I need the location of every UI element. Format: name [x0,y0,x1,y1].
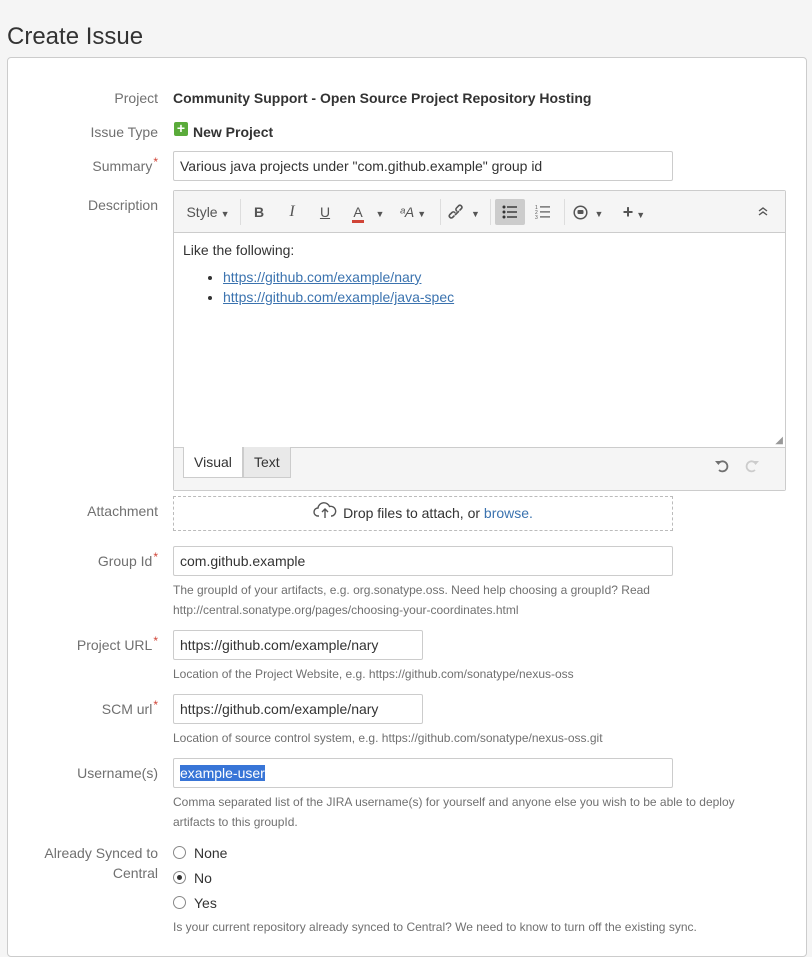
editor-link[interactable]: https://github.com/example/java-spec [223,289,454,305]
radio-button[interactable] [173,871,186,884]
emoticon-dropdown[interactable]: ▼ [570,199,606,225]
description-label: Description [87,197,158,213]
underline-button[interactable]: U [312,199,338,225]
editor-footer: Visual Text [174,447,785,490]
numbered-list-icon: 123 [535,204,551,221]
resize-handle[interactable]: ◢ [775,435,783,446]
drop-text: Drop files to attach, or [343,505,484,521]
cloud-upload-icon [313,498,337,531]
chevron-up-icon [757,205,769,219]
radio-button[interactable] [173,846,186,859]
usernames-help: Comma separated list of the JIRA usernam… [173,795,735,829]
style-dropdown[interactable]: Style ▼ [182,199,234,225]
attachment-drop-zone[interactable]: Drop files to attach, or browse. [173,496,673,531]
numbered-list-button[interactable]: 123 [528,199,558,225]
browse-link[interactable]: browse. [484,505,533,521]
emoticon-icon [573,204,592,220]
list-item: https://github.com/example/nary [223,267,776,287]
editor-intro-text: Like the following: [183,242,295,258]
radio-button[interactable] [173,896,186,909]
project-url-input[interactable] [173,630,423,660]
italic-button[interactable]: I [279,199,305,225]
text-color-button[interactable]: A [345,199,371,225]
group-id-input[interactable] [173,546,673,576]
issue-type-label: Issue Type [90,124,158,140]
undo-icon[interactable] [714,458,730,479]
scm-url-help: Location of source control system, e.g. … [173,731,603,745]
summary-label: Summary* [92,155,158,174]
collapse-toolbar-button[interactable] [750,199,776,225]
redo-icon[interactable] [744,458,760,479]
issue-type-value: New Project [193,124,274,140]
radio-yes[interactable]: Yes [173,894,217,912]
font-size-dropdown[interactable]: ᵃA ▼ [394,199,432,225]
usernames-label: Username(s) [77,765,158,781]
project-label: Project [114,90,158,106]
group-id-help: The groupId of your artifacts, e.g. org.… [173,583,650,617]
summary-input[interactable] [173,151,673,181]
insert-more-dropdown[interactable]: + ▼ [616,199,652,225]
plus-icon: + [174,121,188,136]
radio-no[interactable]: No [173,869,212,887]
project-url-label: Project URL* [76,634,158,653]
list-item: https://github.com/example/java-spec [223,287,776,307]
usernames-input[interactable]: example-user [173,758,673,788]
text-color-dropdown[interactable]: ▼ [373,199,387,225]
group-id-label: Group Id* [97,550,158,569]
scm-url-input[interactable] [173,694,423,724]
editor-link-list: https://github.com/example/nary https://… [183,267,776,307]
link-dropdown[interactable]: ▼ [446,199,482,225]
bold-button[interactable]: B [246,199,272,225]
editor-link[interactable]: https://github.com/example/nary [223,269,421,285]
editor-content[interactable]: Like the following: https://github.com/e… [174,232,785,449]
project-url-help: Location of the Project Website, e.g. ht… [173,667,574,681]
radio-none[interactable]: None [173,844,227,862]
tab-text[interactable]: Text [243,447,291,478]
synced-label: Already Synced to Central [44,845,158,881]
bullet-list-icon [502,204,518,220]
link-icon [448,204,468,220]
svg-text:3: 3 [535,215,538,219]
scm-url-label: SCM url* [101,698,158,717]
synced-help: Is your current repository already synce… [173,920,697,934]
project-value: Community Support - Open Source Project … [173,90,592,106]
page-title: Create Issue [7,23,144,51]
tab-visual[interactable]: Visual [183,447,243,478]
description-editor: Style ▼ B I U A ▼ ᵃA ▼ ▼ 123 ▼ + ▼ Like … [173,190,786,491]
attachment-label: Attachment [87,503,158,519]
plus-icon: + [622,202,634,222]
bullet-list-button[interactable] [495,199,525,225]
editor-toolbar: Style ▼ B I U A ▼ ᵃA ▼ ▼ 123 ▼ + ▼ [174,191,785,233]
